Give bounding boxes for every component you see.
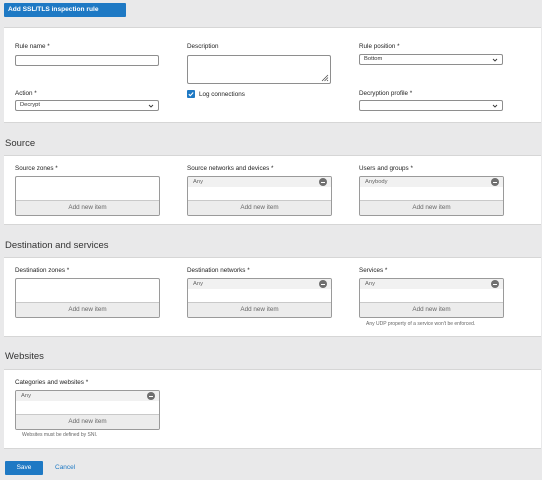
users-groups-list[interactable]: Anybody Add new item [359,176,504,216]
source-network-item: Any [193,179,203,185]
description-label: Description [187,43,219,50]
destination-zones-list[interactable]: Add new item [15,278,160,318]
list-item: Any [16,391,159,401]
destination-networks-list[interactable]: Any Add new item [187,278,332,318]
list-item: Anybody [360,177,503,187]
rule-name-input[interactable] [15,55,159,66]
list-item: Any [188,177,331,187]
source-networks-label: Source networks and devices * [187,165,274,172]
action-select[interactable]: Decrypt [15,100,159,111]
services-add-button[interactable]: Add new item [360,302,503,317]
chevron-down-icon [492,104,498,108]
services-note: Any UDP property of a service won't be e… [366,321,476,327]
destination-zones-add-button[interactable]: Add new item [16,302,159,317]
users-groups-label: Users and groups * [359,165,413,172]
rule-position-label: Rule position * [359,43,400,50]
chevron-down-icon [492,58,498,62]
users-groups-item: Anybody [365,179,388,185]
save-button[interactable]: Save [5,461,43,475]
services-list[interactable]: Any Add new item [359,278,504,318]
add-ssl-tls-rule-title: Add SSL/TLS inspection rule [4,3,126,17]
action-label: Action * [15,90,37,97]
users-groups-add-button[interactable]: Add new item [360,200,503,215]
list-item: Any [188,279,331,289]
log-connections-label: Log connections [199,90,245,98]
source-networks-list[interactable]: Any Add new item [187,176,332,216]
remove-item-icon[interactable] [491,280,499,288]
decryption-profile-label: Decryption profile * [359,90,413,97]
rule-position-select[interactable]: Bottom [359,54,503,65]
categories-websites-list[interactable]: Any Add new item [15,390,160,430]
categories-websites-add-button[interactable]: Add new item [16,414,159,429]
destination-networks-add-button[interactable]: Add new item [188,302,331,317]
checkbox-checked-icon[interactable] [187,90,195,98]
remove-item-icon[interactable] [491,178,499,186]
destination-section-title: Destination and services [5,240,109,251]
log-connections-checkbox[interactable]: Log connections [187,90,245,98]
destination-network-item: Any [193,281,203,287]
websites-note: Websites must be defined by SNI. [22,432,98,438]
source-zones-label: Source zones * [15,165,58,172]
source-section-title: Source [5,138,36,149]
description-textarea[interactable] [187,55,331,84]
decryption-profile-select[interactable] [359,100,503,111]
categories-websites-label: Categories and websites * [15,379,89,386]
destination-networks-label: Destination networks * [187,267,250,274]
destination-zones-label: Destination zones * [15,267,70,274]
resize-grip-icon[interactable] [321,74,329,82]
rule-position-value: Bottom [364,56,383,62]
rule-name-label: Rule name * [15,43,50,50]
source-zones-list[interactable]: Add new item [15,176,160,216]
services-item: Any [365,281,375,287]
remove-item-icon[interactable] [147,392,155,400]
action-value: Decrypt [20,102,40,108]
source-zones-add-button[interactable]: Add new item [16,200,159,215]
source-networks-add-button[interactable]: Add new item [188,200,331,215]
list-item: Any [360,279,503,289]
websites-section-title: Websites [5,351,44,362]
remove-item-icon[interactable] [319,280,327,288]
cancel-link[interactable]: Cancel [55,461,75,475]
services-label: Services * [359,267,388,274]
chevron-down-icon [148,104,154,108]
remove-item-icon[interactable] [319,178,327,186]
categories-websites-item: Any [21,393,31,399]
